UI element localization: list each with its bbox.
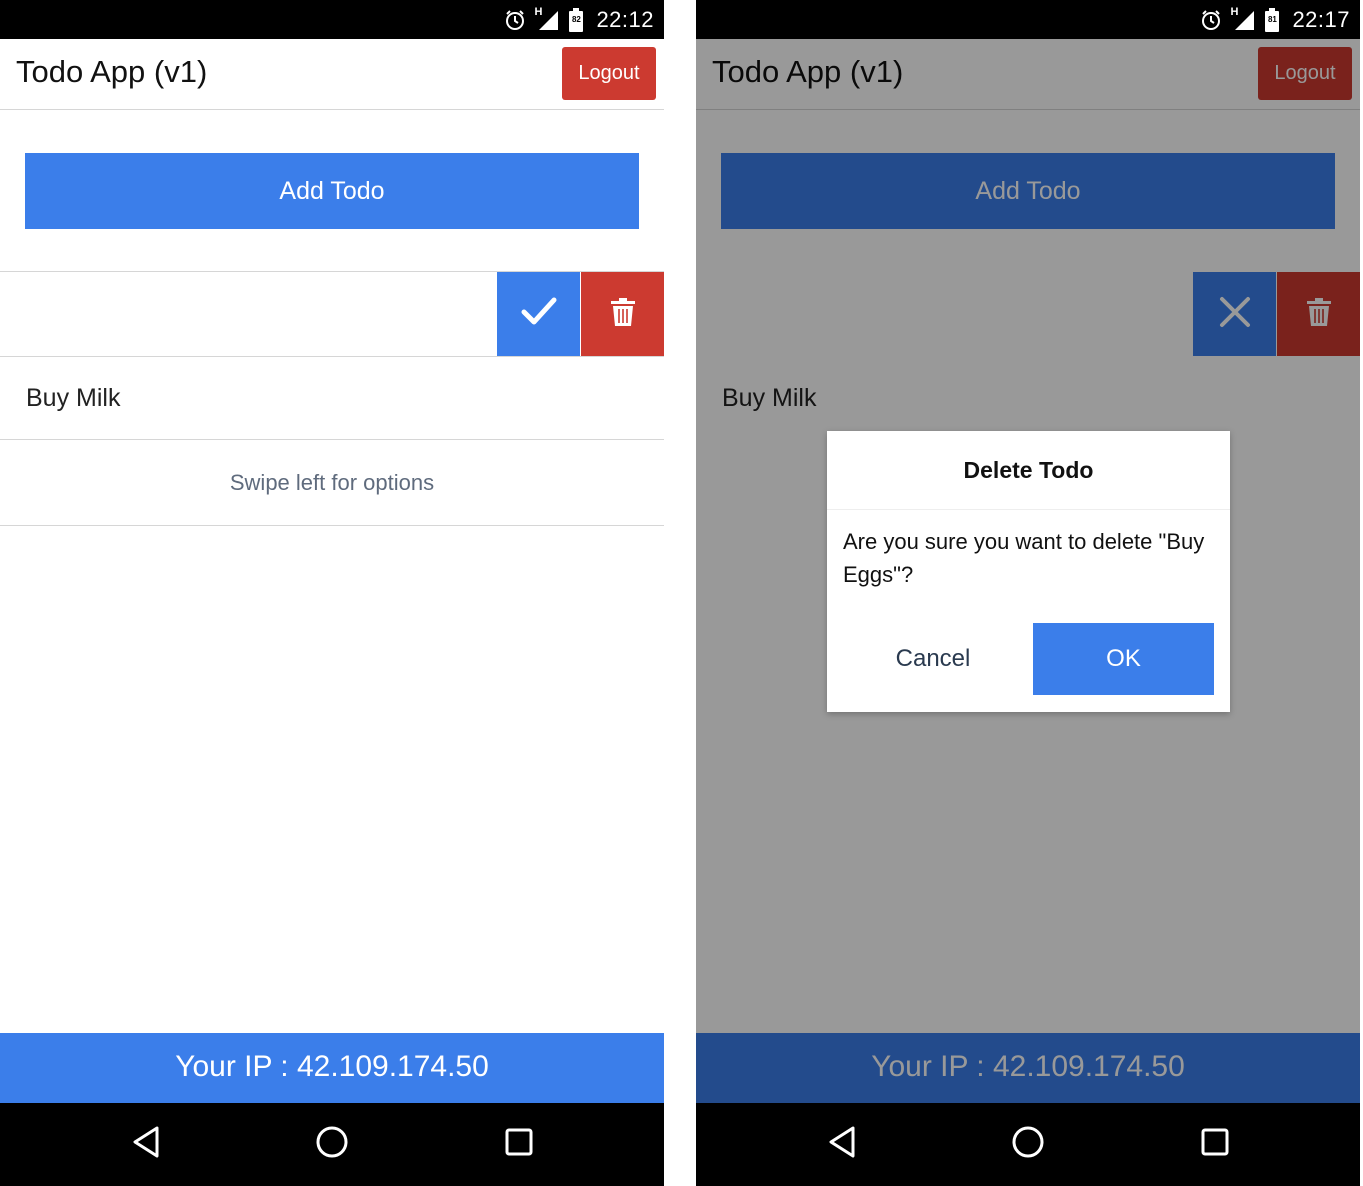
ip-address-text: Your IP : 42.109.174.50 — [175, 1050, 489, 1083]
android-nav-bar — [696, 1103, 1360, 1186]
checkmark-icon — [521, 297, 557, 332]
signal-icon: H — [1230, 6, 1256, 32]
status-bar: H 82 22:12 — [0, 0, 664, 39]
cancel-button[interactable]: Cancel — [845, 623, 1021, 695]
trash-icon — [610, 297, 636, 331]
swipe-hint-text: Swipe left for options — [229, 470, 435, 495]
alarm-icon — [1200, 9, 1222, 31]
recents-square-icon — [504, 1127, 534, 1162]
home-circle-icon — [315, 1125, 349, 1164]
home-button[interactable] — [1003, 1121, 1053, 1167]
complete-todo-button[interactable] — [497, 272, 580, 356]
status-time: 22:12 — [596, 6, 654, 32]
back-triangle-icon — [827, 1126, 857, 1163]
battery-level: 82 — [571, 14, 581, 24]
recents-button[interactable] — [494, 1121, 544, 1167]
add-todo-button[interactable]: Add Todo — [25, 153, 639, 229]
home-button[interactable] — [307, 1121, 357, 1167]
dialog-title: Delete Todo — [963, 457, 1094, 483]
back-button[interactable] — [817, 1121, 867, 1167]
phone-screen-left: H 82 22:12 Todo App (v1) Logout Add Todo — [0, 0, 664, 1186]
android-nav-bar — [0, 1103, 664, 1186]
dialog-message: Are you sure you want to delete "Buy Egg… — [843, 529, 1205, 587]
logout-button[interactable]: Logout — [562, 47, 656, 100]
delete-confirm-dialog: Delete Todo Are you sure you want to del… — [827, 431, 1230, 712]
back-button[interactable] — [121, 1121, 171, 1167]
recents-square-icon — [1200, 1127, 1230, 1162]
home-circle-icon — [1011, 1125, 1045, 1164]
app-header: Todo App (v1) Logout — [0, 39, 664, 110]
battery-icon: 82 — [568, 7, 584, 32]
todo-item[interactable]: Buy Milk — [0, 356, 664, 440]
battery-icon: 81 — [1264, 7, 1280, 32]
phone-screen-right: H 81 22:17 Todo App (v1) Logout Add Todo — [696, 0, 1360, 1186]
app-title: Todo App (v1) — [16, 54, 208, 89]
battery-level: 81 — [1267, 14, 1277, 24]
todo-item-text: Buy Milk — [26, 384, 121, 412]
ip-footer: Your IP : 42.109.174.50 — [0, 1033, 664, 1103]
status-time: 22:17 — [1292, 6, 1350, 32]
delete-todo-button[interactable] — [581, 272, 664, 356]
hint-row: Swipe left for options — [0, 440, 664, 526]
signal-icon: H — [534, 6, 560, 32]
ok-button[interactable]: OK — [1033, 623, 1214, 695]
alarm-icon — [504, 9, 526, 31]
back-triangle-icon — [131, 1126, 161, 1163]
swiped-todo-row[interactable] — [0, 271, 664, 357]
status-bar: H 81 22:17 — [696, 0, 1360, 39]
recents-button[interactable] — [1190, 1121, 1240, 1167]
dialog-divider — [827, 509, 1230, 510]
